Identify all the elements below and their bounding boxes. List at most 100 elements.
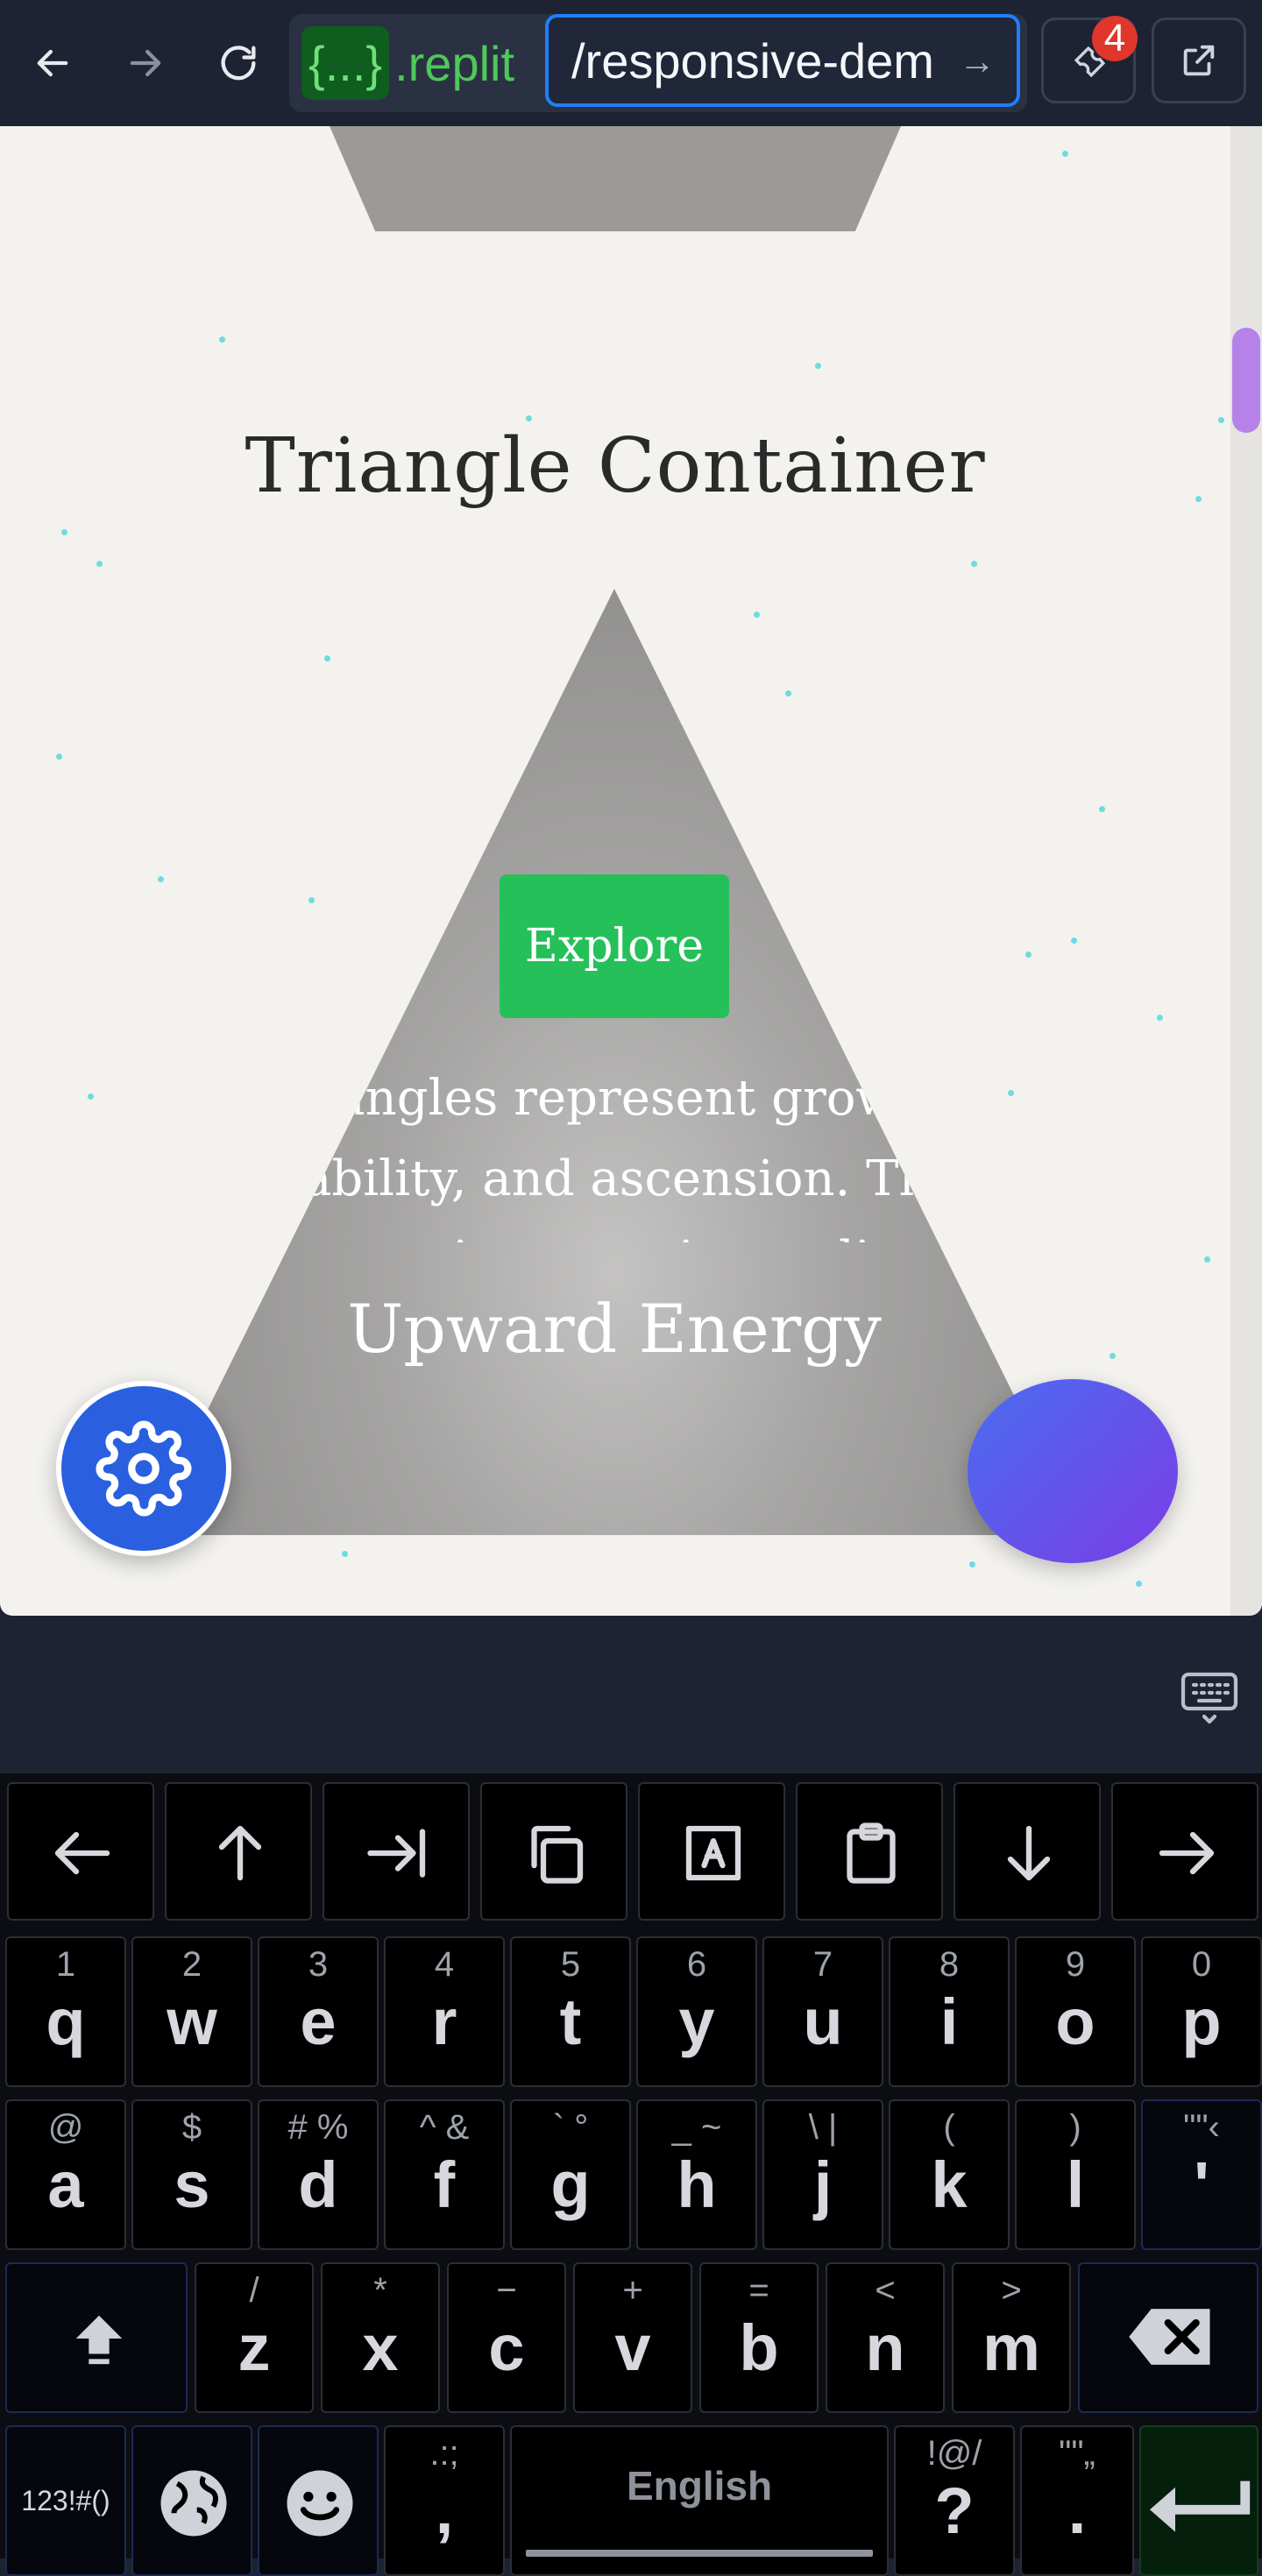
key-q[interactable]: 1q <box>5 1936 126 2087</box>
key-secondary-label: 8 <box>939 1945 960 1984</box>
address-bar[interactable]: {...} .replit /responsive-dem → <box>289 14 1027 112</box>
key-secondary-label: 2 <box>181 1945 202 1984</box>
arrow-right-key[interactable] <box>1111 1782 1258 1921</box>
space-label: English <box>626 2463 773 2509</box>
key-secondary-label: _ ~ <box>671 2108 722 2147</box>
page-viewport[interactable]: Triangle Container Explore Triangles rep… <box>0 126 1262 1616</box>
key-apostrophe[interactable]: ""‹ ' <box>1141 2099 1262 2250</box>
key-c[interactable]: − c <box>447 2262 566 2413</box>
devtools-count-badge: 4 <box>1092 16 1138 61</box>
key-label: h <box>677 2148 717 2221</box>
key-label: r <box>431 1985 457 2058</box>
key-p[interactable]: 0p <box>1141 1936 1262 2087</box>
enter-icon <box>1150 2480 1251 2532</box>
url-path-field[interactable]: /responsive-dem → <box>545 14 1020 107</box>
key-v[interactable]: + v <box>573 2262 692 2413</box>
key-label: m <box>982 2311 1040 2384</box>
key-label: z <box>238 2311 271 2384</box>
scrollbar-thumb[interactable] <box>1232 328 1260 433</box>
key-comma[interactable]: .:;, <box>384 2425 505 2576</box>
key-o[interactable]: 9o <box>1015 1936 1136 2087</box>
symbols-key[interactable]: 123!#() <box>5 2425 126 2576</box>
key-s[interactable]: $ s <box>131 2099 252 2250</box>
action-fab-button[interactable] <box>968 1379 1178 1563</box>
key-d[interactable]: # % d <box>258 2099 379 2250</box>
key-b[interactable]: = b <box>699 2262 819 2413</box>
key-j[interactable]: \ | j <box>762 2099 883 2250</box>
select-all-key[interactable] <box>638 1782 785 1921</box>
key-label: b <box>739 2311 779 2384</box>
key-x[interactable]: * x <box>321 2262 440 2413</box>
key-g[interactable]: ` ° g <box>510 2099 631 2250</box>
shift-key[interactable] <box>5 2262 188 2413</box>
key-secondary-label: 1 <box>55 1945 76 1984</box>
arrow-left-key[interactable] <box>7 1782 154 1921</box>
back-arrow-icon[interactable] <box>16 26 89 100</box>
symbols-label: 123!#() <box>21 2485 110 2516</box>
key-secondary-label: − <box>496 2271 517 2310</box>
key-z[interactable]: / z <box>195 2262 314 2413</box>
copy-key[interactable] <box>480 1782 627 1921</box>
key-question[interactable]: !@/? <box>894 2425 1015 2576</box>
enter-key[interactable] <box>1139 2425 1258 2576</box>
key-y[interactable]: 6y <box>636 1936 757 2087</box>
key-n[interactable]: < n <box>826 2262 945 2413</box>
key-label: i <box>939 1985 959 2058</box>
key-period[interactable]: ""„. <box>1020 2425 1134 2576</box>
backspace-key[interactable] <box>1078 2262 1258 2413</box>
key-w[interactable]: 2w <box>131 1936 252 2087</box>
key-t[interactable]: 5t <box>510 1936 631 2087</box>
key-label: d <box>298 2148 338 2221</box>
arrow-up-key[interactable] <box>165 1782 312 1921</box>
key-secondary-label: 0 <box>1191 1945 1212 1984</box>
settings-button[interactable] <box>56 1381 231 1556</box>
key-f[interactable]: ^ & f <box>384 2099 505 2250</box>
key-l[interactable]: ) l <box>1015 2099 1136 2250</box>
key-label: n <box>865 2311 905 2384</box>
key-label: e <box>300 1985 337 2058</box>
key-label: t <box>559 1985 582 2058</box>
arrow-right-icon <box>1159 1831 1215 1875</box>
key-label: u <box>803 1985 843 2058</box>
key-u[interactable]: 7u <box>762 1936 883 2087</box>
key-i[interactable]: 8i <box>889 1936 1010 2087</box>
key-label: p <box>1181 1985 1222 2058</box>
key-secondary-label: ^ & <box>419 2108 470 2147</box>
triangle-body-text: Triangles represent growth, stability, a… <box>257 1070 972 1242</box>
language-key[interactable] <box>131 2425 252 2576</box>
key-h[interactable]: _ ~ h <box>636 2099 757 2250</box>
key-secondary-label: * <box>373 2271 387 2310</box>
key-m[interactable]: > m <box>952 2262 1071 2413</box>
paste-key[interactable] <box>796 1782 943 1921</box>
scrollbar-track[interactable] <box>1230 126 1262 1616</box>
tab-key[interactable] <box>323 1782 470 1921</box>
key-secondary-label: / <box>249 2271 259 2310</box>
on-screen-keyboard: 1 q 2 w 3 e 4 r 5 t 6 y 7 u 8 i 9 o 0 p @ a $ s # % d ^ & f ` ° g _ ~ h… <box>0 1773 1262 2576</box>
key-e[interactable]: 3e <box>258 1936 379 2087</box>
emoji-key[interactable] <box>258 2425 379 2576</box>
select-all-icon <box>685 1825 741 1881</box>
key-k[interactable]: (k <box>889 2099 1010 2250</box>
emoji-icon <box>287 2470 353 2537</box>
space-key[interactable]: English <box>510 2425 889 2576</box>
key-a[interactable]: @ a <box>5 2099 126 2250</box>
key-label: v <box>614 2311 651 2384</box>
keyboard-toggle-icon[interactable] <box>1178 1667 1241 1730</box>
key-r[interactable]: 4r <box>384 1936 505 2087</box>
open-new-tab-button[interactable] <box>1152 18 1246 103</box>
triangle-container: Explore Triangles represent growth, stab… <box>145 589 1083 1535</box>
key-label: c <box>488 2311 525 2384</box>
reload-icon[interactable] <box>202 26 275 100</box>
key-secondary-label: ( <box>943 2108 955 2147</box>
explore-button[interactable]: Explore <box>500 874 729 1018</box>
arrow-down-key[interactable] <box>954 1782 1101 1921</box>
go-arrow-icon[interactable]: → <box>959 40 996 82</box>
url-path-text: /responsive-dem <box>571 32 934 88</box>
arrow-down-icon <box>1007 1825 1051 1881</box>
key-secondary-label: 7 <box>812 1945 833 1984</box>
key-label: k <box>931 2148 968 2221</box>
globe-icon <box>160 2470 227 2537</box>
url-host-badge: {...} <box>301 26 390 100</box>
forward-arrow-icon[interactable] <box>109 26 182 100</box>
key-label: s <box>174 2148 210 2221</box>
